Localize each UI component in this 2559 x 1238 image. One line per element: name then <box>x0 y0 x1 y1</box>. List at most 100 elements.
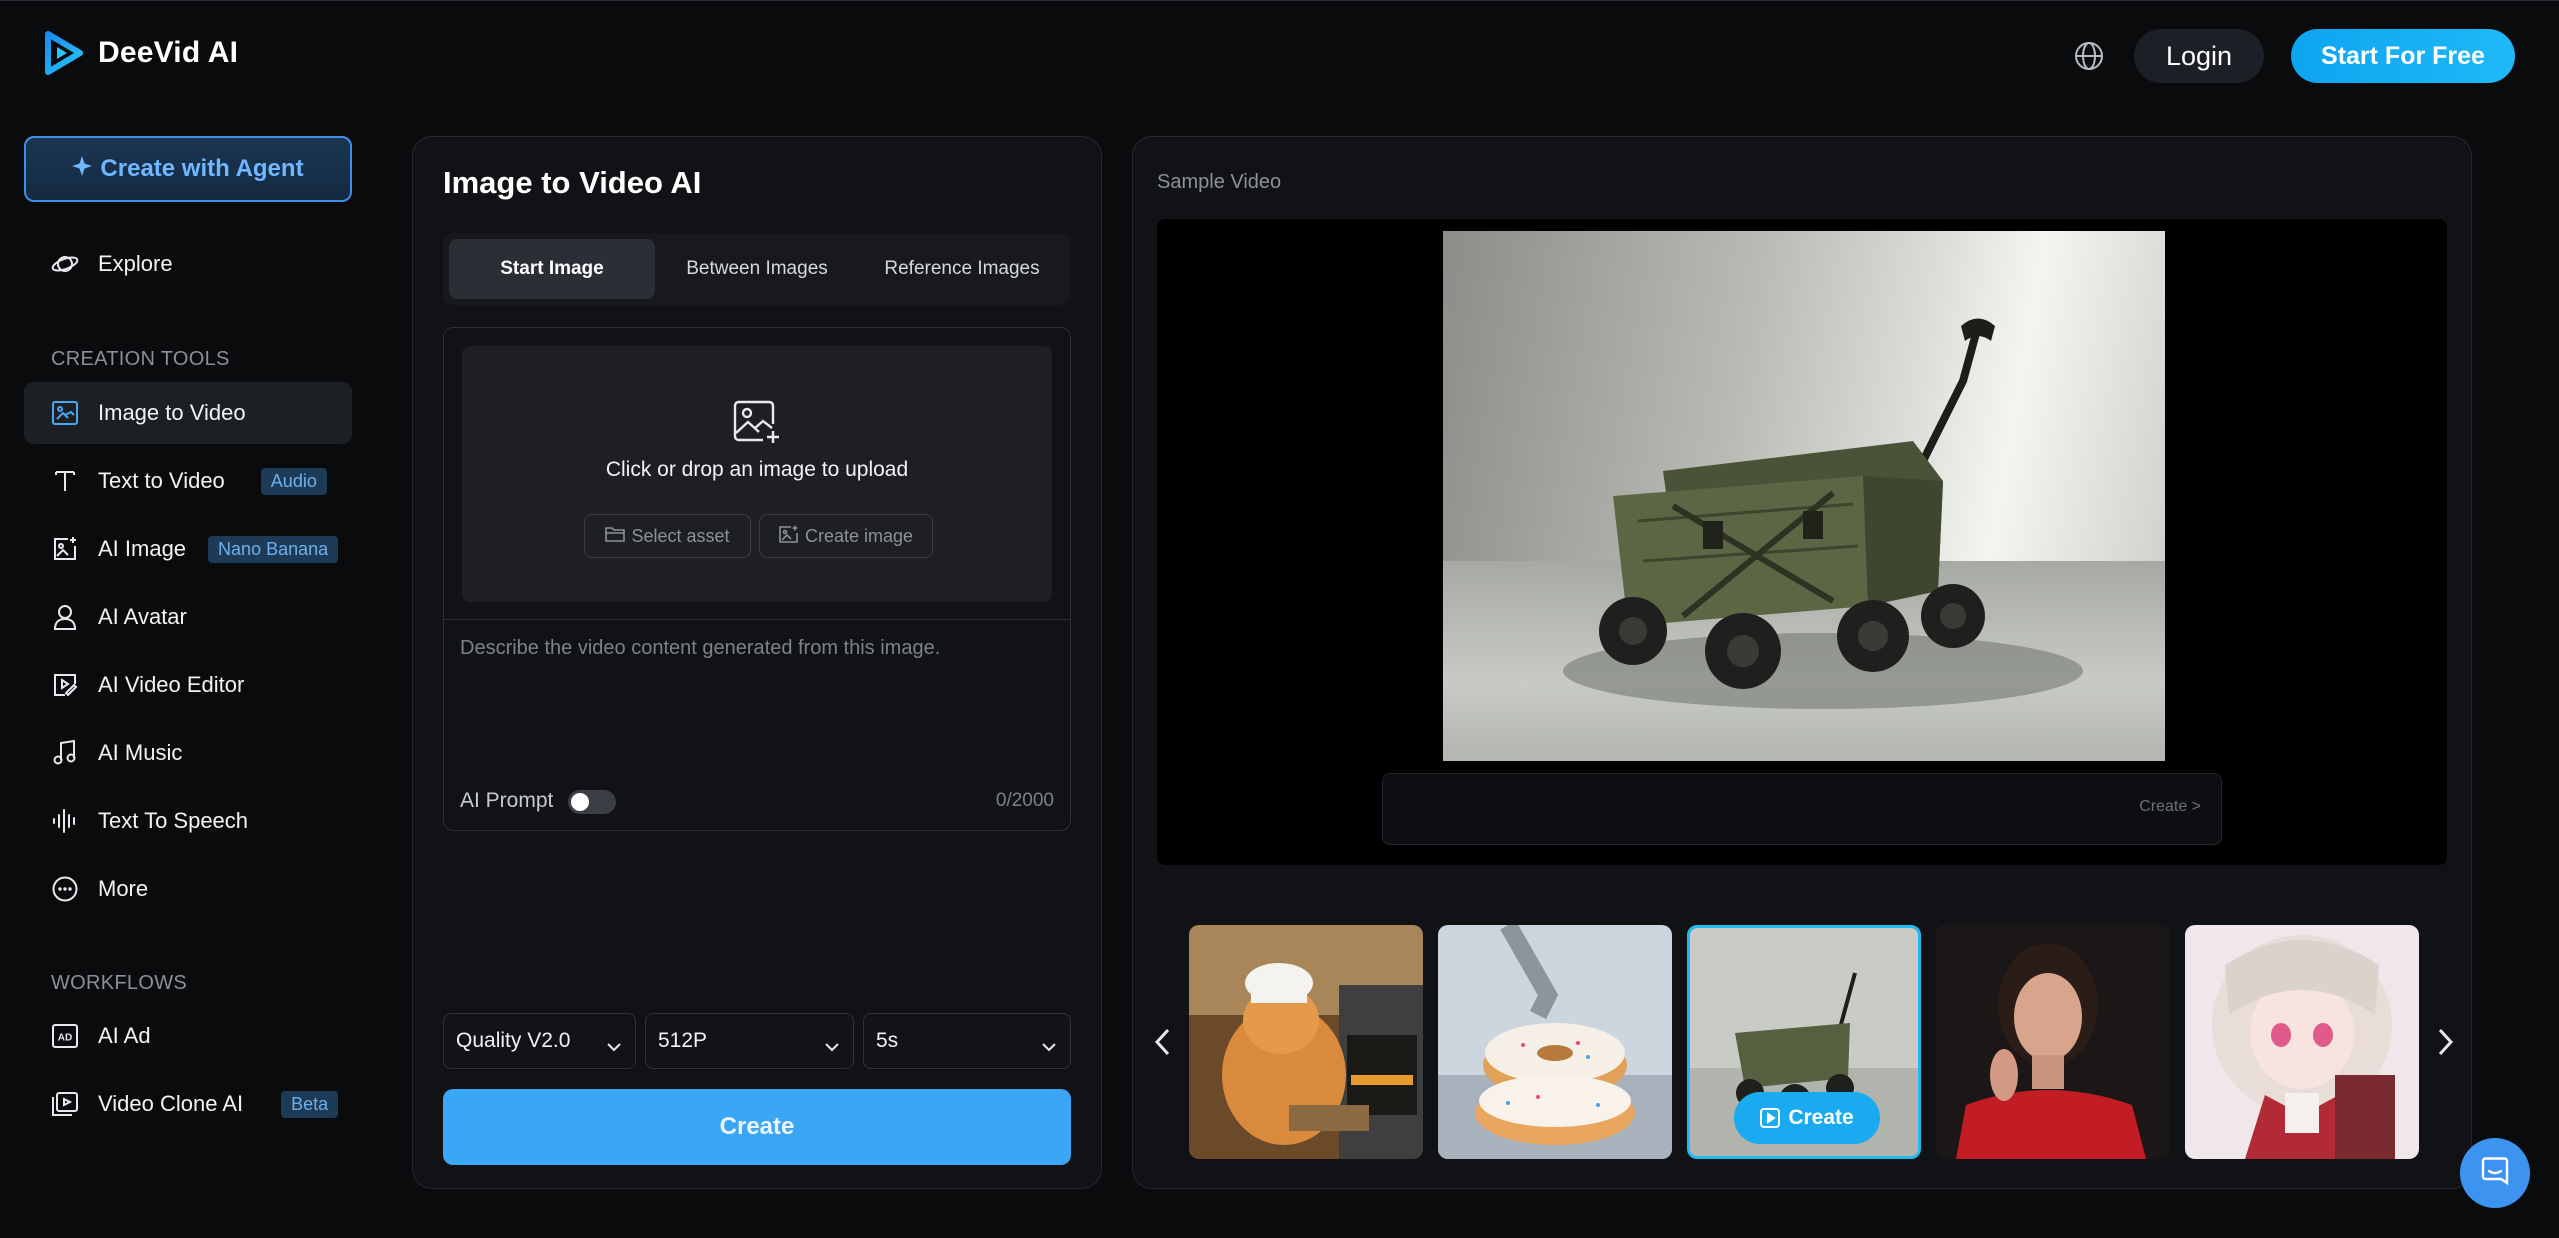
sidebar-item-label: Video Clone AI <box>98 1091 244 1116</box>
brand-name: DeeVid AI <box>98 36 239 69</box>
select-asset-button[interactable]: Select asset <box>584 514 751 558</box>
sidebar-item-text-to-video[interactable]: Text to Video Audio <box>24 450 352 512</box>
planet-icon <box>50 249 80 279</box>
create-image-button[interactable]: Create image <box>759 514 933 558</box>
create-with-agent-button[interactable]: Create with Agent <box>24 136 352 202</box>
quality-value: Quality V2.0 <box>456 1029 571 1052</box>
support-chat-button[interactable] <box>2460 1138 2530 1208</box>
carousel-prev-arrow-icon[interactable] <box>1149 1022 1177 1062</box>
divider <box>444 619 1070 620</box>
ad-icon: AD <box>50 1021 80 1051</box>
image-add-icon <box>733 400 781 449</box>
sample-video-label: Sample Video <box>1157 171 1282 193</box>
chevron-down-icon <box>1042 1034 1056 1058</box>
brand-logo[interactable]: DeeVid AI <box>44 31 238 75</box>
sample-thumbnail-cat-chef[interactable] <box>1189 925 1423 1159</box>
sidebar-item-ai-music[interactable]: AI Music <box>24 722 352 784</box>
ai-prompt-label: AI Prompt <box>460 789 554 812</box>
sidebar-item-ai-ad[interactable]: AD AI Ad <box>24 1005 352 1067</box>
sidebar-item-ai-video-editor[interactable]: AI Video Editor <box>24 654 352 716</box>
image-dropzone[interactable]: Click or drop an image to upload Select … <box>462 346 1052 602</box>
login-button[interactable]: Login <box>2134 29 2264 83</box>
nano-banana-badge: Nano Banana <box>208 535 339 563</box>
select-asset-label: Select asset <box>631 525 730 546</box>
sidebar-item-text-to-speech[interactable]: Text To Speech <box>24 790 352 852</box>
sidebar-item-label: AI Music <box>98 740 183 765</box>
thumbnail-create-button[interactable]: Create <box>1734 1092 1880 1144</box>
tab-reference-images[interactable]: Reference Images <box>859 239 1065 299</box>
image-sparkle-small-icon <box>779 525 799 548</box>
sidebar-item-label: AI Avatar <box>98 604 187 629</box>
language-globe-icon[interactable] <box>2072 39 2106 73</box>
sidebar-item-ai-avatar[interactable]: AI Avatar <box>24 586 352 648</box>
top-header: DeeVid AI Login Start For Free <box>0 0 2559 110</box>
sidebar-item-label: Explore <box>98 251 173 276</box>
image-sparkle-icon <box>50 534 80 564</box>
beta-badge: Beta <box>281 1090 339 1118</box>
quality-select[interactable]: Quality V2.0 <box>443 1013 636 1069</box>
video-stage: Create > <box>1157 219 2447 865</box>
image-to-video-panel: Image to Video AI Start Image Between Im… <box>412 136 1102 1189</box>
create-button[interactable]: Create <box>443 1089 1071 1165</box>
mode-tabs: Start Image Between Images Reference Ima… <box>443 233 1071 305</box>
wagon-illustration <box>1563 318 2083 709</box>
create-with-agent-label: Create with Agent <box>100 155 304 182</box>
video-edit-icon <box>50 670 80 700</box>
sample-thumbnail-woman[interactable] <box>1936 925 2170 1159</box>
create-image-label: Create image <box>804 525 914 546</box>
duration-value: 5s <box>876 1029 899 1052</box>
sample-thumbnail-anime-girl[interactable] <box>2185 925 2419 1159</box>
caption-bar[interactable]: Create > <box>1382 773 2222 845</box>
folder-icon <box>605 526 626 547</box>
upload-instructions: Click or drop an image to upload <box>605 458 909 481</box>
text-t-icon <box>50 466 80 496</box>
sidebar-item-label: Text To Speech <box>98 808 249 833</box>
resolution-select[interactable]: 512P <box>645 1013 854 1069</box>
chat-bubble-icon <box>2479 1155 2511 1192</box>
sample-thumbnail-donut[interactable] <box>1438 925 1672 1159</box>
sparkle-icon <box>72 155 93 183</box>
sidebar-item-label: AI Image <box>98 536 187 561</box>
sidebar-item-image-to-video[interactable]: Image to Video <box>24 382 352 444</box>
sidebar: Create with Agent Explore CREATION TOOLS… <box>0 110 380 1238</box>
sidebar-item-label: Text to Video <box>98 468 225 493</box>
sidebar-item-label: AI Ad <box>98 1023 151 1048</box>
sidebar-item-explore[interactable]: Explore <box>24 233 352 295</box>
music-note-icon <box>50 738 80 768</box>
waveform-icon <box>50 806 80 836</box>
more-dots-icon <box>50 874 80 904</box>
caption-create-link[interactable]: Create > <box>2139 798 2201 816</box>
chevron-down-icon <box>825 1034 839 1058</box>
duration-select[interactable]: 5s <box>863 1013 1071 1069</box>
character-counter: 0/2000 <box>995 790 1054 811</box>
chevron-down-icon <box>607 1034 621 1058</box>
video-clone-icon <box>50 1089 80 1119</box>
sidebar-item-label: More <box>98 876 149 901</box>
image-video-icon <box>50 398 80 428</box>
tab-start-image[interactable]: Start Image <box>449 239 655 299</box>
sidebar-item-video-clone-ai[interactable]: Video Clone AI Beta <box>24 1073 352 1135</box>
sidebar-item-label: AI Video Editor <box>98 672 245 697</box>
carousel-next-arrow-icon[interactable] <box>2431 1022 2459 1062</box>
tab-between-images[interactable]: Between Images <box>654 239 860 299</box>
play-square-icon <box>1760 1108 1781 1128</box>
sidebar-item-label: Image to Video <box>98 400 246 425</box>
thumbnail-create-label: Create <box>1788 1106 1854 1129</box>
user-icon <box>50 602 80 632</box>
upload-and-prompt-box: Click or drop an image to upload Select … <box>443 327 1071 831</box>
sample-thumbnail-wagon[interactable]: Create <box>1687 925 1921 1159</box>
sample-video-panel: Sample Video Create > Create <box>1132 136 2472 1189</box>
creation-tools-heading: CREATION TOOLS <box>51 348 230 370</box>
start-for-free-button[interactable]: Start For Free <box>2291 29 2515 83</box>
audio-badge: Audio <box>260 467 327 495</box>
workflows-heading: WORKFLOWS <box>51 972 188 994</box>
prompt-textarea[interactable]: Describe the video content generated fro… <box>460 637 940 660</box>
resolution-value: 512P <box>658 1029 708 1052</box>
sample-video-player[interactable] <box>1443 231 2165 761</box>
sidebar-item-ai-image[interactable]: AI Image Nano Banana <box>24 518 352 580</box>
svg-text:AD: AD <box>58 1033 72 1044</box>
play-logo-icon <box>44 31 84 75</box>
panel-title: Image to Video AI <box>443 165 702 200</box>
sidebar-item-more[interactable]: More <box>24 858 352 920</box>
ai-prompt-toggle[interactable] <box>568 790 616 814</box>
